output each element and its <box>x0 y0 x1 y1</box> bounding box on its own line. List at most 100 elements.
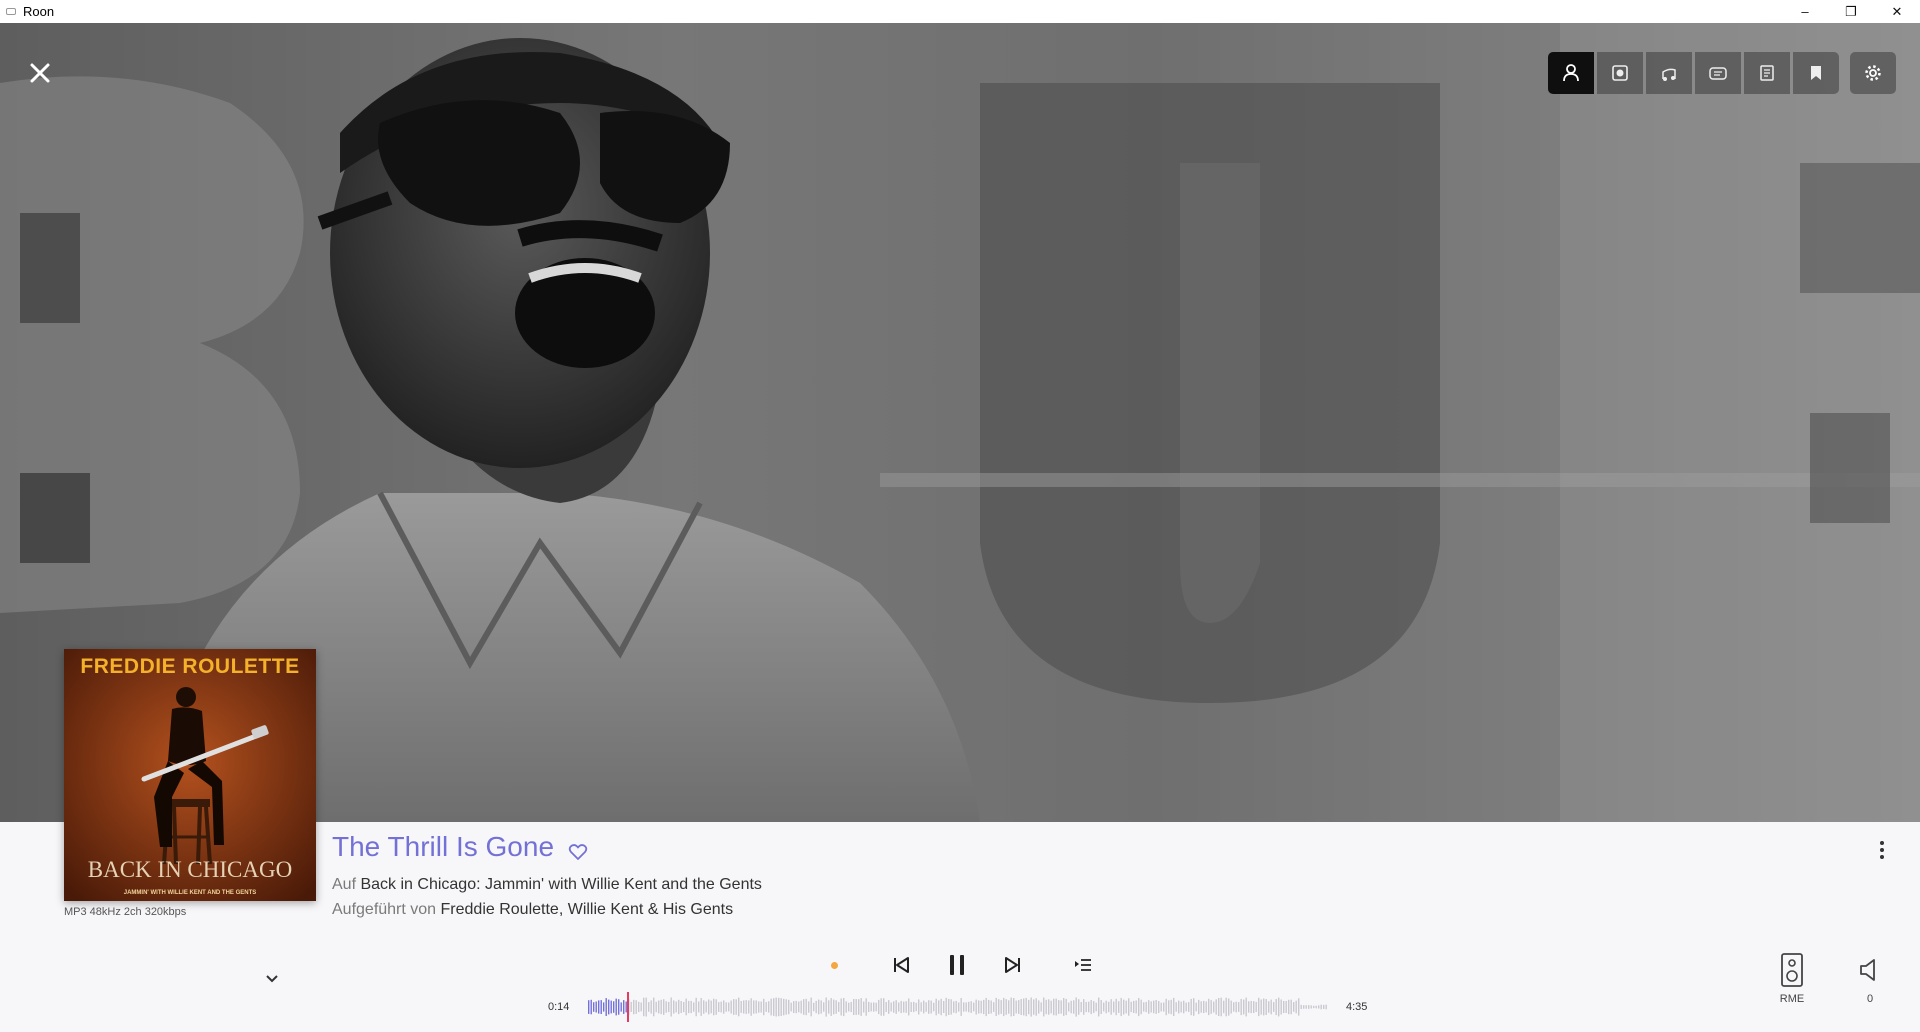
tab-bookmark[interactable] <box>1793 52 1839 94</box>
waveform-bar <box>1283 1001 1285 1013</box>
album-line: Auf Back in Chicago: Jammin' with Willie… <box>332 876 762 894</box>
close-window-button[interactable]: ✕ <box>1874 0 1920 23</box>
waveform-bar <box>1205 1001 1207 1013</box>
waveform-bar <box>688 1000 690 1014</box>
waveform-bar <box>983 999 985 1015</box>
playhead[interactable] <box>627 992 629 1022</box>
waveform-bar <box>1258 997 1260 1017</box>
waveform-bar <box>1015 1000 1017 1014</box>
waveform-bar <box>618 999 620 1015</box>
waveform-bar <box>1058 1000 1060 1014</box>
volume-button[interactable] <box>1856 956 1884 984</box>
more-options-button[interactable] <box>1874 838 1890 862</box>
waveform-bar <box>838 1002 840 1012</box>
waveform-bar <box>883 998 885 1016</box>
waveform-bar <box>895 1000 897 1014</box>
waveform-bar <box>798 1001 800 1013</box>
waveform-bar <box>805 998 807 1016</box>
album-link[interactable]: Back in Chicago: Jammin' with Willie Ken… <box>360 876 761 893</box>
waveform-bar <box>1285 1001 1287 1013</box>
waveform-bar <box>710 1000 712 1014</box>
waveform-bar <box>813 1002 815 1012</box>
waveform-bar <box>1120 997 1122 1017</box>
volume-icon <box>1860 959 1875 981</box>
tab-credits[interactable] <box>1646 52 1692 94</box>
waveform-bar <box>670 997 672 1017</box>
performer-line: Aufgeführt von Freddie Roulette, Willie … <box>332 901 733 919</box>
transport-controls <box>0 950 1920 980</box>
waveform-bar <box>735 999 737 1015</box>
waveform-bar <box>998 999 1000 1015</box>
waveform-bar <box>1145 1001 1147 1013</box>
zone-button[interactable] <box>1777 953 1807 987</box>
audio-format-info[interactable]: MP3 48kHz 2ch 320kbps <box>64 906 186 918</box>
waveform-bar <box>1130 1001 1132 1013</box>
waveform-bar <box>1123 999 1125 1015</box>
waveform-bar <box>853 999 855 1015</box>
waveform-bar <box>1020 999 1022 1015</box>
waveform-bar <box>1128 998 1130 1016</box>
album-cover[interactable]: FREDDIE ROULETTE BACK IN CHICAGO JAMMIN'… <box>64 649 316 901</box>
waveform-bar <box>725 1002 727 1012</box>
waveform-bar <box>773 998 775 1016</box>
waveform-bar <box>1295 1000 1297 1014</box>
waveform-bar <box>878 999 880 1015</box>
waveform-bar <box>875 1002 877 1012</box>
waveform-bar <box>1093 1001 1095 1013</box>
waveform-bar <box>1170 999 1172 1015</box>
tab-album[interactable] <box>1597 52 1643 94</box>
waveform-bar <box>1028 999 1030 1015</box>
waveform-bar <box>868 1001 870 1013</box>
waveform-bar <box>1208 998 1210 1016</box>
waveform-bar <box>1253 1001 1255 1013</box>
favorite-button[interactable] <box>568 842 588 862</box>
waveform-bar <box>1175 1002 1177 1012</box>
radio-indicator-button[interactable] <box>819 950 849 980</box>
more-vertical-icon <box>1880 841 1884 859</box>
artist-link-2[interactable]: Willie Kent & His Gents <box>568 901 733 918</box>
volume-level: 0 <box>1866 993 1874 1005</box>
close-now-playing-button[interactable] <box>26 59 54 87</box>
waveform-bar <box>600 1000 602 1014</box>
waveform-bar <box>905 1001 907 1013</box>
tab-notes[interactable] <box>1744 52 1790 94</box>
waveform-bar <box>785 999 787 1015</box>
waveform-bar <box>1118 1001 1120 1013</box>
previous-button[interactable] <box>886 950 916 980</box>
waveform-bar <box>1190 998 1192 1016</box>
tab-artist[interactable] <box>1548 52 1594 94</box>
pause-icon <box>950 955 964 975</box>
waveform-bar <box>800 1000 802 1014</box>
waveform-bar <box>923 1000 925 1014</box>
waveform-bar <box>938 1000 940 1014</box>
pause-button[interactable] <box>942 950 972 980</box>
waveform-bar <box>1053 998 1055 1016</box>
waveform-bar <box>1143 1002 1145 1012</box>
waveform-bar <box>653 997 655 1017</box>
waveform-bar <box>1220 997 1222 1017</box>
waveform-bar <box>1308 1005 1310 1009</box>
waveform-seekbar[interactable] <box>588 995 1328 1019</box>
waveform-bar <box>880 998 882 1016</box>
tab-lyrics[interactable] <box>1695 52 1741 94</box>
waveform-bar <box>623 1000 625 1014</box>
track-title[interactable]: The Thrill Is Gone <box>332 831 554 863</box>
settings-button[interactable] <box>1850 52 1896 94</box>
waveform-bar <box>873 1002 875 1012</box>
queue-button[interactable] <box>1068 950 1098 980</box>
next-button[interactable] <box>998 950 1028 980</box>
waveform-bar <box>820 1000 822 1014</box>
waveform-bar <box>1115 998 1117 1016</box>
waveform-bar <box>783 998 785 1016</box>
waveform-bar <box>845 1001 847 1013</box>
waveform-bar <box>975 999 977 1015</box>
waveform-bar <box>1108 1001 1110 1013</box>
waveform-bar <box>825 997 827 1017</box>
minimize-button[interactable]: – <box>1782 0 1828 23</box>
waveform-bar <box>843 998 845 1017</box>
artist-link-1[interactable]: Freddie Roulette <box>441 901 559 918</box>
waveform-bar <box>1063 998 1065 1016</box>
restore-button[interactable]: ❐ <box>1828 0 1874 23</box>
waveform-bar <box>1090 1000 1092 1015</box>
waveform-bar <box>888 1000 890 1014</box>
